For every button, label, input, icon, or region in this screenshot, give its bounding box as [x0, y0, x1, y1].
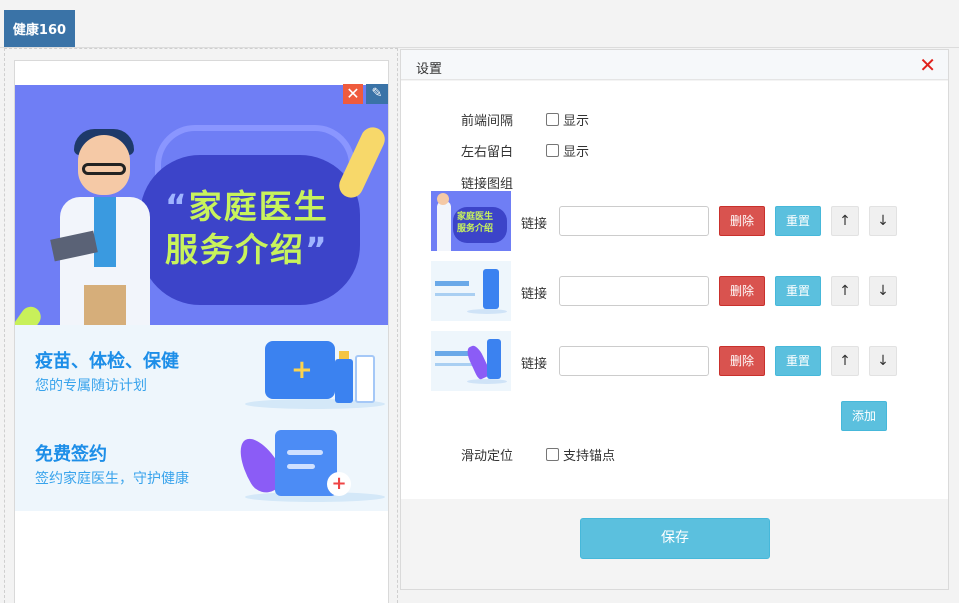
link-row: 家庭医生 服务介绍 链接 删除 重置 ↑ ↓: [431, 191, 911, 251]
link-thumbnail: [431, 331, 511, 391]
link-input[interactable]: [559, 276, 709, 306]
doctor-illustration: [50, 129, 150, 325]
service-title: 免费签约: [35, 444, 107, 465]
banner-title: “家庭医生 服务介绍”: [165, 187, 329, 269]
checkbox-label: 显示: [563, 145, 590, 160]
link-group-label: 链接图组: [461, 177, 514, 192]
add-link-button[interactable]: 添加: [841, 401, 887, 431]
close-icon[interactable]: ✕: [343, 84, 363, 104]
service-subtitle: 签约家庭医生，守护健康: [35, 471, 189, 487]
save-button[interactable]: 保存: [580, 518, 770, 559]
reset-button[interactable]: 重置: [775, 276, 821, 306]
settings-panel: 设置 ✕ 前端间隔 显示 左右留白 显示 链接图组 家庭医生 服务介绍 链接 删除…: [400, 49, 949, 590]
move-up-button[interactable]: ↑: [831, 346, 859, 376]
move-down-button[interactable]: ↓: [869, 346, 897, 376]
delete-button[interactable]: 删除: [719, 346, 765, 376]
front-spacing-label: 前端间隔: [461, 114, 514, 129]
scroll-position-label: 滑动定位: [461, 449, 514, 464]
link-thumbnail: [431, 261, 511, 321]
checkbox-label: 显示: [563, 114, 590, 129]
reset-button[interactable]: 重置: [775, 206, 821, 236]
banner-decor-pill-small: [15, 302, 45, 325]
tab-jiankang160[interactable]: 健康160: [4, 10, 75, 47]
link-label: 链接: [521, 357, 548, 372]
link-row: 链接 删除 重置 ↑ ↓: [431, 261, 911, 321]
service-card-signing: 免费签约 签约家庭医生，守护健康 +: [15, 418, 388, 511]
edit-icon[interactable]: ✎: [366, 84, 388, 104]
checkbox-label: 支持锚点: [563, 449, 616, 464]
link-image-group-preview[interactable]: “家庭医生 服务介绍” 疫苗、体检、保健 您的专属随访计划 + 免费签约 签约家…: [15, 85, 388, 511]
move-up-button[interactable]: ↑: [831, 276, 859, 306]
checkbox-box[interactable]: [546, 113, 559, 126]
banner-title-line1: 家庭医生: [188, 187, 329, 226]
tab-label: 健康160: [12, 23, 67, 38]
link-thumbnail: 家庭医生 服务介绍: [431, 191, 511, 251]
banner-title-line2: 服务介绍: [165, 230, 305, 269]
delete-button[interactable]: 删除: [719, 206, 765, 236]
service-subtitle: 您的专属随访计划: [35, 378, 147, 394]
service-title: 疫苗、体检、保健: [35, 351, 179, 372]
link-row: 链接 删除 重置 ↑ ↓: [431, 331, 911, 391]
front-spacing-checkbox[interactable]: 显示: [546, 110, 589, 129]
side-margin-label: 左右留白: [461, 145, 514, 160]
settings-title: 设置: [416, 62, 443, 77]
side-margin-checkbox[interactable]: 显示: [546, 141, 589, 160]
medical-kit-illustration: +: [235, 335, 385, 413]
checkbox-box[interactable]: [546, 144, 559, 157]
mobile-preview: “家庭医生 服务介绍” 疫苗、体检、保健 您的专属随访计划 + 免费签约 签约家…: [14, 60, 389, 603]
delete-button[interactable]: 删除: [719, 276, 765, 306]
thumbnail-text: 家庭医生 服务介绍: [457, 212, 494, 234]
banner-family-doctor: “家庭医生 服务介绍”: [15, 85, 388, 325]
settings-body: 前端间隔 显示 左右留白 显示 链接图组 家庭医生 服务介绍 链接 删除 重置 ↑…: [401, 81, 948, 499]
move-down-button[interactable]: ↓: [869, 276, 897, 306]
link-label: 链接: [521, 217, 548, 232]
move-up-button[interactable]: ↑: [831, 206, 859, 236]
move-down-button[interactable]: ↓: [869, 206, 897, 236]
checkbox-box[interactable]: [546, 448, 559, 461]
link-input[interactable]: [559, 346, 709, 376]
link-label: 链接: [521, 287, 548, 302]
clipboard-illustration: +: [230, 428, 385, 506]
link-input[interactable]: [559, 206, 709, 236]
reset-button[interactable]: 重置: [775, 346, 821, 376]
close-icon[interactable]: ✕: [919, 54, 936, 76]
settings-header: 设置 ✕: [401, 50, 948, 80]
anchor-checkbox[interactable]: 支持锚点: [546, 445, 615, 464]
service-card-vaccine: 疫苗、体检、保健 您的专属随访计划 +: [15, 325, 388, 418]
